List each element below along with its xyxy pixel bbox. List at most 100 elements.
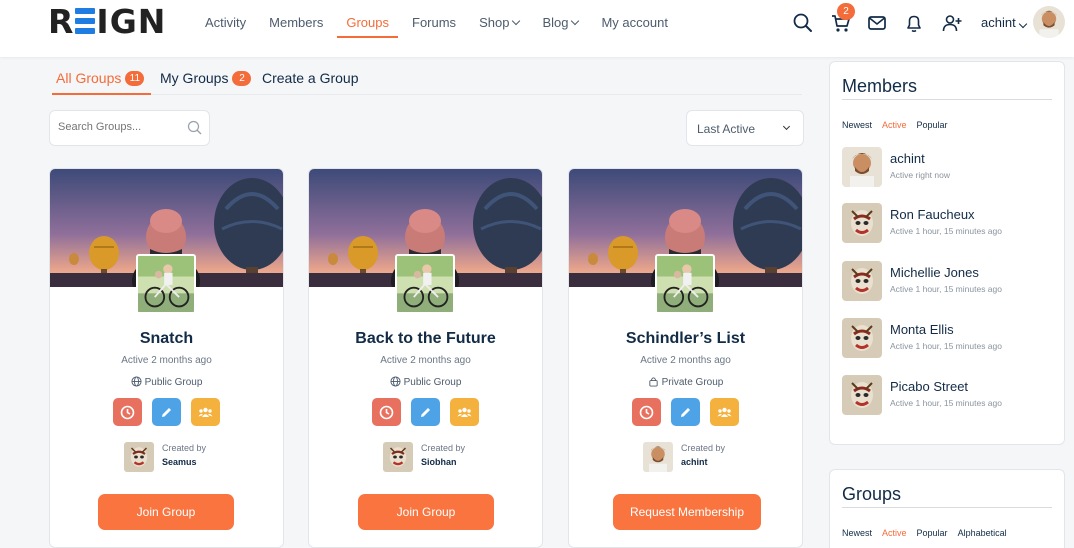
request-membership-button[interactable]: Request Membership [613, 494, 761, 530]
search-icon[interactable] [187, 120, 203, 136]
group-type: Private Group [569, 376, 802, 388]
group-type: Public Group [50, 376, 283, 388]
filter-popular[interactable]: Popular [917, 528, 948, 538]
chevron-down-icon [1018, 19, 1027, 29]
clock-button[interactable] [632, 398, 661, 426]
users-icon [198, 407, 213, 417]
search-icon[interactable] [792, 12, 814, 34]
list-item: Ron Faucheux Active 1 hour, 15 minutes a… [842, 203, 1052, 243]
users-button[interactable] [191, 398, 220, 426]
groups-widget: Groups Newest Active Popular Alphabetical [829, 469, 1065, 548]
clock-button[interactable] [113, 398, 142, 426]
list-item: Picabo Street Active 1 hour, 15 minutes … [842, 375, 1052, 415]
avatar[interactable] [124, 442, 154, 472]
globe-icon [390, 376, 401, 387]
divider [842, 99, 1052, 100]
filter-popular[interactable]: Popular [917, 120, 948, 130]
members-filters: Newest Active Popular [842, 120, 958, 130]
member-status: Active right now [890, 170, 950, 180]
users-icon [717, 407, 732, 417]
group-avatar[interactable] [395, 254, 455, 314]
join-group-button[interactable]: Join Group [98, 494, 234, 530]
clock-icon [639, 405, 654, 420]
users-button[interactable] [450, 398, 479, 426]
pencil-button[interactable] [411, 398, 440, 426]
cart-count-badge: 2 [837, 3, 855, 20]
list-item: achint Active right now [842, 147, 1052, 187]
tab-all-groups[interactable]: All Groups 11 [56, 70, 145, 86]
avatar[interactable] [842, 261, 882, 301]
group-type: Public Group [309, 376, 542, 388]
member-name[interactable]: Picabo Street [890, 379, 968, 394]
tab-my-groups[interactable]: My Groups 2 [160, 70, 252, 86]
member-status: Active 1 hour, 15 minutes ago [890, 398, 1002, 408]
nav-forums[interactable]: Forums [403, 0, 465, 45]
group-avatar[interactable] [655, 254, 715, 314]
avatar[interactable] [643, 442, 673, 472]
group-card: Schindler’s List Active 2 months ago Pri… [568, 168, 803, 548]
nav-shop[interactable]: Shop [470, 0, 528, 45]
filter-alphabetical[interactable]: Alphabetical [958, 528, 1007, 538]
avatar[interactable] [1033, 6, 1065, 38]
sort-select[interactable]: Last Active [686, 110, 804, 146]
avatar[interactable] [383, 442, 413, 472]
member-name[interactable]: Monta Ellis [890, 322, 954, 337]
nav-my-account[interactable]: My account [592, 0, 676, 45]
group-actions [632, 398, 742, 426]
group-last-active: Active 2 months ago [640, 355, 731, 366]
list-item: Monta Ellis Active 1 hour, 15 minutes ag… [842, 318, 1052, 358]
member-name[interactable]: achint [890, 151, 925, 166]
user-plus-icon[interactable] [941, 12, 963, 34]
tab-create-group[interactable]: Create a Group [262, 70, 359, 86]
filter-newest[interactable]: Newest [842, 528, 872, 538]
pencil-button[interactable] [152, 398, 181, 426]
created-by-label: Created by [421, 443, 466, 453]
widget-title: Groups [842, 484, 902, 504]
join-group-button[interactable]: Join Group [358, 494, 494, 530]
filter-active[interactable]: Active [882, 120, 907, 130]
group-last-active: Active 2 months ago [121, 355, 212, 366]
main-nav: Activity Members Groups Forums Shop Blog… [196, 0, 682, 45]
list-item: Michellie Jones Active 1 hour, 15 minute… [842, 261, 1052, 301]
clock-icon [379, 405, 394, 420]
avatar[interactable] [842, 318, 882, 358]
chevron-down-icon [512, 16, 521, 25]
avatar[interactable] [842, 147, 882, 187]
member-name[interactable]: Michellie Jones [890, 265, 979, 280]
filter-newest[interactable]: Newest [842, 120, 872, 130]
group-title[interactable]: Schindler’s List [569, 330, 802, 348]
chevron-down-icon [782, 122, 791, 131]
creator-name[interactable]: Siobhan [421, 457, 457, 467]
pencil-icon [421, 408, 430, 417]
created-by-label: Created by [681, 443, 726, 453]
site-logo[interactable]: R IGN [48, 5, 166, 39]
mail-icon[interactable] [866, 12, 888, 34]
user-menu[interactable]: achint [981, 15, 1027, 30]
creator-name[interactable]: Seamus [162, 457, 197, 467]
group-last-active: Active 2 months ago [380, 355, 471, 366]
pencil-icon [162, 408, 171, 417]
group-title[interactable]: Back to the Future [309, 330, 542, 348]
filter-active[interactable]: Active [882, 528, 907, 538]
group-title[interactable]: Snatch [50, 330, 283, 348]
nav-members[interactable]: Members [260, 0, 332, 45]
pencil-button[interactable] [671, 398, 700, 426]
member-status: Active 1 hour, 15 minutes ago [890, 226, 1002, 236]
group-avatar[interactable] [136, 254, 196, 314]
group-tabs: All Groups 11 My Groups 2 Create a Group [52, 62, 802, 95]
pencil-icon [681, 408, 690, 417]
avatar[interactable] [842, 375, 882, 415]
creator-name[interactable]: achint [681, 457, 708, 467]
nav-blog[interactable]: Blog [533, 0, 587, 45]
avatar[interactable] [842, 203, 882, 243]
member-name[interactable]: Ron Faucheux [890, 207, 975, 222]
clock-button[interactable] [372, 398, 401, 426]
group-card: Back to the Future Active 2 months ago P… [308, 168, 543, 548]
users-button[interactable] [710, 398, 739, 426]
logo-e-mark [75, 8, 96, 34]
lock-icon [649, 377, 658, 387]
search-input[interactable] [58, 121, 178, 133]
nav-groups[interactable]: Groups [337, 0, 398, 45]
nav-activity[interactable]: Activity [196, 0, 255, 45]
bell-icon[interactable] [903, 12, 925, 34]
